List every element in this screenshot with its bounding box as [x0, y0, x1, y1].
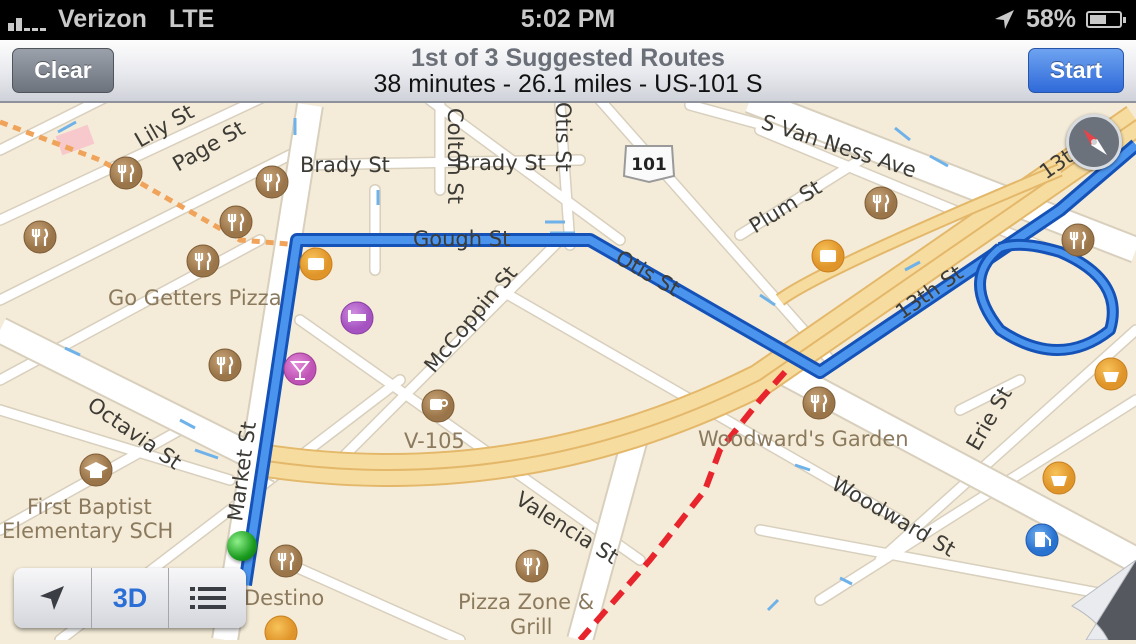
location-arrow-icon — [994, 9, 1014, 29]
street-label: Brady St — [300, 153, 390, 177]
status-bar: Verizon LTE 5:02 PM 58% — [0, 0, 1136, 40]
list-button[interactable] — [169, 568, 246, 628]
route-summary: 1st of 3 Suggested Routes 38 minutes - 2… — [0, 45, 1136, 97]
poi-label: V-105 — [404, 429, 465, 453]
page-curl-icon — [1071, 559, 1136, 641]
route-details: 38 minutes - 26.1 miles - US-101 S — [373, 70, 763, 98]
route-header: Clear 1st of 3 Suggested Routes 38 minut… — [0, 40, 1136, 103]
poi-label: First Baptist — [27, 495, 152, 519]
restaurant-poi-icon[interactable] — [1061, 223, 1095, 257]
street-label: Brady St — [456, 151, 546, 175]
street-label: Colton St — [443, 108, 467, 204]
restaurant-poi-icon[interactable] — [219, 205, 253, 239]
street-label: Otis St — [551, 103, 575, 172]
status-right: 58% — [992, 5, 1126, 34]
cafe-poi-icon[interactable] — [421, 389, 455, 423]
restaurant-poi-icon[interactable] — [255, 165, 289, 199]
list-icon — [189, 587, 226, 609]
compass-button[interactable] — [1066, 114, 1122, 170]
gas-station-poi-icon[interactable] — [1025, 523, 1059, 557]
poi-label: Elementary SCH — [2, 519, 173, 543]
restaurant-poi-icon[interactable] — [23, 220, 57, 254]
school-poi-icon[interactable] — [79, 453, 113, 487]
poi-label: Woodward's Garden — [698, 427, 909, 451]
current-location-button[interactable] — [14, 568, 92, 628]
battery-icon — [1086, 11, 1126, 28]
poi-label: Grill — [510, 615, 552, 639]
battery-fill — [1090, 15, 1107, 24]
compass-icon — [1083, 129, 1107, 155]
map-view[interactable]: 101 Lily St Page St Brady St Brady St Co… — [0, 103, 1136, 640]
start-button[interactable]: Start — [1028, 48, 1124, 93]
page-curl-button[interactable] — [1068, 559, 1136, 641]
street-label: Gough St — [413, 227, 510, 251]
highway-shield-101: 101 — [622, 145, 676, 184]
clock: 5:02 PM — [520, 5, 616, 33]
restaurant-poi-icon[interactable] — [864, 186, 898, 220]
hotel-poi-icon[interactable] — [340, 301, 374, 335]
poi-label: Go Getters Pizza — [108, 286, 282, 310]
restaurant-poi-icon[interactable] — [186, 244, 220, 278]
restaurant-poi-icon[interactable] — [109, 156, 143, 190]
poi-label: Pizza Zone & — [458, 590, 594, 614]
map-controls: 3D — [14, 568, 246, 628]
highway-shield-label: 101 — [631, 155, 667, 175]
3d-button[interactable]: 3D — [92, 568, 170, 628]
location-arrow-icon — [40, 586, 65, 610]
start-pin[interactable] — [227, 531, 257, 561]
battery-percent: 58% — [1025, 5, 1076, 33]
restaurant-poi-icon[interactable] — [802, 386, 836, 420]
restaurant-poi-icon[interactable] — [515, 549, 549, 583]
restaurant-poi-icon[interactable] — [269, 544, 303, 578]
restaurant-poi-icon[interactable] — [208, 348, 242, 382]
3d-label: 3D — [112, 582, 148, 613]
poi-label: Destino — [244, 586, 324, 610]
map-canvas: 101 Lily St Page St Brady St Brady St Co… — [0, 103, 1136, 640]
route-title: 1st of 3 Suggested Routes — [411, 44, 725, 72]
bar-poi-icon[interactable] — [283, 352, 317, 386]
